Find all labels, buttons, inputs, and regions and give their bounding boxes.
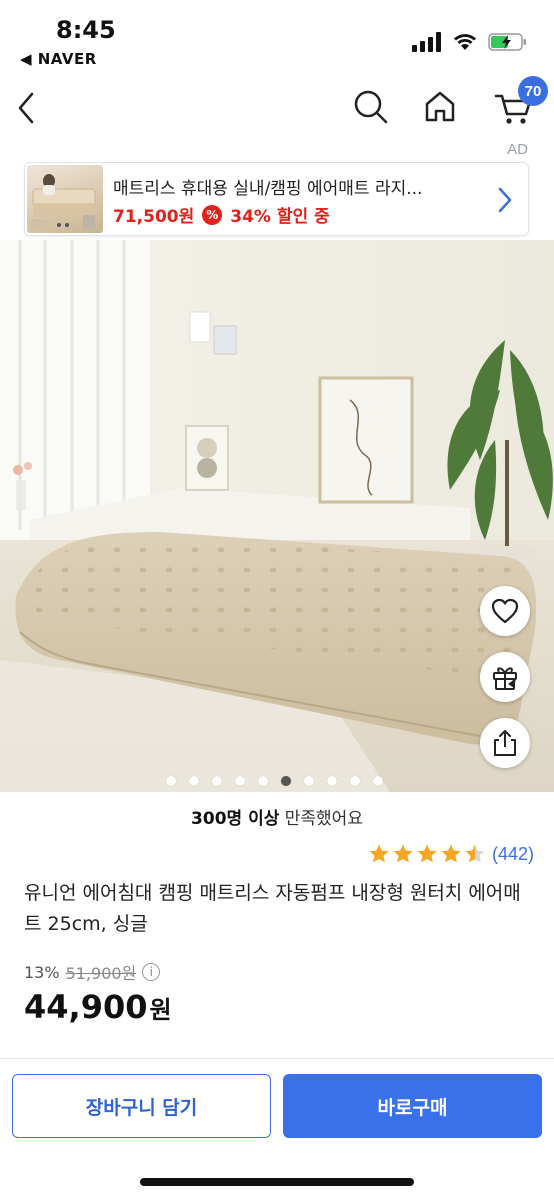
signal-icon xyxy=(412,32,441,52)
product-title: 유니언 에어침대 캠핑 매트리스 자동펌프 내장형 원터치 에어매트 25cm,… xyxy=(24,882,521,935)
home-button[interactable] xyxy=(418,84,462,128)
satisfaction-text: 300명 이상 만족했어요 xyxy=(0,804,554,829)
top-navigation xyxy=(0,78,554,134)
star-icon xyxy=(417,844,437,863)
carousel-dot[interactable] xyxy=(304,776,314,786)
home-icon xyxy=(425,91,455,122)
carousel-dot[interactable] xyxy=(212,776,222,786)
carousel-dot[interactable] xyxy=(189,776,199,786)
carousel-dot[interactable] xyxy=(235,776,245,786)
chevron-left-icon xyxy=(18,92,34,124)
star-icon xyxy=(441,844,461,863)
carousel-dot[interactable] xyxy=(373,776,383,786)
ad-title: 매트리스 휴대용 실내/캠핑 에어매트 라지... xyxy=(113,179,423,199)
percent-icon: % xyxy=(202,204,223,225)
battery-charging-icon xyxy=(488,33,526,51)
home-indicator xyxy=(140,1178,414,1186)
product-image-carousel[interactable] xyxy=(0,240,554,792)
discount-row: 13% 51,900원 i xyxy=(24,960,161,984)
star-icon xyxy=(369,844,389,863)
product-photo xyxy=(0,240,554,792)
star-icon xyxy=(465,844,485,863)
status-bar: 8:45 ◀ NAVER xyxy=(0,0,554,80)
discount-rate: 13% xyxy=(24,962,60,982)
star-icon xyxy=(393,844,413,863)
gift-icon xyxy=(493,667,517,690)
search-icon xyxy=(354,90,388,124)
wishlist-button[interactable] xyxy=(480,586,530,636)
ad-label: AD xyxy=(507,141,528,158)
back-to-app-link[interactable]: ◀ NAVER xyxy=(20,50,97,68)
review-count[interactable]: (442) xyxy=(492,844,534,865)
ad-discount: 34% 할인 중 xyxy=(230,207,330,227)
info-icon[interactable]: i xyxy=(142,963,161,981)
search-button[interactable] xyxy=(348,84,392,128)
status-time: 8:45 xyxy=(56,16,116,44)
sale-price: 44,900원 xyxy=(24,988,172,1026)
price-unit: 원 xyxy=(149,996,172,1024)
sale-price-value: 44,900 xyxy=(24,988,148,1026)
share-button[interactable] xyxy=(480,718,530,768)
original-price: 51,900원 xyxy=(65,964,137,983)
cart-count-badge: 70 xyxy=(518,76,548,106)
buy-now-button[interactable]: 바로구매 xyxy=(283,1074,542,1138)
system-icons xyxy=(412,32,528,52)
satisfaction-count: 300명 이상 xyxy=(191,809,280,829)
ad-banner[interactable]: 매트리스 휴대용 실내/캠핑 에어매트 라지... 71,500원 % 34% … xyxy=(24,162,529,236)
carousel-dot[interactable] xyxy=(258,776,268,786)
heart-icon xyxy=(491,598,519,624)
carousel-dot[interactable] xyxy=(350,776,360,786)
carousel-dot[interactable] xyxy=(327,776,337,786)
rating-summary[interactable]: (442) xyxy=(368,843,534,865)
carousel-indicator xyxy=(166,776,383,786)
back-button[interactable] xyxy=(8,84,48,128)
wifi-icon xyxy=(454,34,476,50)
share-icon xyxy=(494,730,516,756)
add-to-cart-button[interactable]: 장바구니 담기 xyxy=(12,1074,271,1138)
satisfaction-label: 만족했어요 xyxy=(279,809,363,829)
ad-price-row: 71,500원 % 34% 할인 중 xyxy=(113,202,330,227)
carousel-dot[interactable] xyxy=(166,776,176,786)
carousel-dot[interactable] xyxy=(281,776,291,786)
gift-button[interactable] xyxy=(480,652,530,702)
chevron-right-icon xyxy=(498,187,512,213)
ad-price: 71,500원 xyxy=(113,207,195,227)
ad-thumbnail xyxy=(27,165,103,233)
star-rating xyxy=(368,843,486,865)
